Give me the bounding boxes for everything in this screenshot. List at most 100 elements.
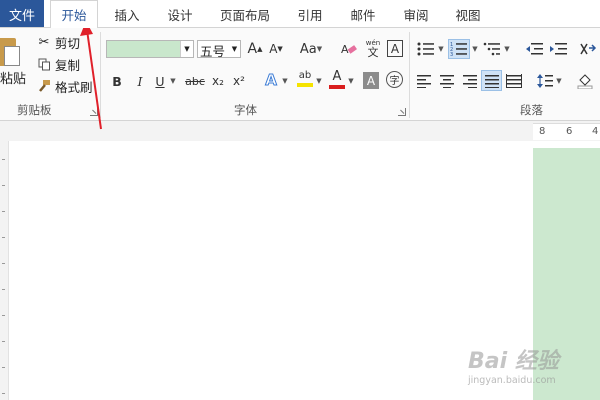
chinese-layout-icon: [580, 43, 597, 55]
multilevel-list-dropdown-icon[interactable]: ▼: [503, 40, 511, 58]
paste-label[interactable]: 粘贴: [0, 68, 26, 87]
chinese-layout-button[interactable]: [578, 40, 598, 58]
tab-home[interactable]: 开始: [50, 0, 98, 28]
document-page[interactable]: [9, 141, 533, 400]
horizontal-ruler: [0, 121, 600, 141]
increase-indent-button[interactable]: [548, 40, 568, 58]
numbering-dropdown-icon[interactable]: ▼: [471, 40, 479, 58]
enclose-characters-icon: 字: [389, 76, 400, 87]
format-painter-button[interactable]: 格式刷: [36, 77, 93, 95]
tab-insert[interactable]: 插入: [104, 0, 150, 28]
ruler-tick: [2, 367, 5, 368]
ruler-number: 8: [539, 126, 546, 137]
ruler-number: 4: [592, 126, 599, 137]
line-spacing-dropdown-icon[interactable]: ▼: [555, 72, 563, 90]
line-spacing-icon: [537, 74, 553, 88]
underline-button[interactable]: U: [153, 72, 167, 90]
align-right-icon: [463, 75, 477, 88]
font-color-dropdown-icon[interactable]: ▼: [347, 72, 355, 90]
underline-dropdown-icon[interactable]: ▼: [169, 72, 177, 90]
ruler-tick: [2, 159, 5, 160]
grow-font-button[interactable]: A ▲: [247, 40, 263, 58]
align-left-button[interactable]: [416, 72, 434, 90]
character-shading-icon: A: [366, 73, 376, 88]
align-right-button[interactable]: [460, 72, 478, 90]
bullets-button[interactable]: [416, 40, 436, 58]
ruler-tick: [2, 289, 5, 290]
italic-button[interactable]: I: [133, 72, 147, 90]
line-spacing-button[interactable]: [536, 72, 554, 90]
tab-page-layout[interactable]: 页面布局: [213, 0, 277, 28]
decrease-indent-button[interactable]: [524, 40, 544, 58]
phonetic-guide-button[interactable]: wén 文: [363, 38, 383, 60]
group-separator: [409, 32, 410, 118]
cut-label: 剪切: [55, 35, 81, 51]
scissors-icon: ✂: [38, 34, 50, 50]
font-color-icon: A: [332, 68, 342, 84]
tab-mailings[interactable]: 邮件: [340, 0, 386, 28]
paint-bucket-icon: [577, 74, 593, 89]
multilevel-list-button[interactable]: [482, 40, 502, 58]
ribbon-home: 粘贴 ✂ 剪切 复制 格式刷 剪贴板 ▼ 五号 ▼ A▲ A▼ Aa▼ A: [0, 28, 600, 121]
font-name-dropdown-icon[interactable]: ▼: [180, 41, 193, 57]
text-effects-button[interactable]: A: [262, 70, 280, 90]
highlight-icon: ab: [298, 70, 312, 81]
decrease-indent-icon: [526, 43, 543, 55]
tab-references[interactable]: 引用: [287, 0, 333, 28]
watermark-logo: Bai 经验: [468, 349, 559, 374]
ruler-tick: [2, 263, 5, 264]
highlight-dropdown-icon[interactable]: ▼: [315, 72, 323, 90]
highlight-button[interactable]: ab: [296, 68, 314, 90]
change-case-button[interactable]: Aa ▼: [296, 40, 326, 58]
shading-button[interactable]: [576, 72, 594, 90]
ruler-tick: [2, 211, 5, 212]
align-center-button[interactable]: [438, 72, 456, 90]
strikethrough-button[interactable]: abc: [184, 72, 206, 90]
copy-icon: [36, 56, 52, 72]
tab-design[interactable]: 设计: [157, 0, 203, 28]
change-case-icon: Aa: [299, 41, 317, 57]
tab-view[interactable]: 视图: [445, 0, 491, 28]
font-dialog-launcher[interactable]: [398, 108, 406, 116]
format-painter-icon: [36, 78, 52, 94]
bold-button[interactable]: B: [110, 72, 124, 90]
distributed-icon: [506, 74, 522, 88]
shrink-font-button[interactable]: A ▼: [268, 40, 284, 58]
ribbon-tab-bar: 文件 开始 插入 设计 页面布局 引用 邮件 审阅 视图: [0, 0, 600, 28]
ruler-tick: [2, 185, 5, 186]
numbering-button[interactable]: 1 2 3: [448, 39, 470, 59]
highlight-color-bar: [297, 83, 313, 87]
font-size-box[interactable]: 五号 ▼: [197, 40, 241, 59]
character-shading-button[interactable]: A: [363, 72, 379, 89]
cut-button[interactable]: ✂ 剪切: [36, 33, 80, 51]
distributed-button[interactable]: [505, 72, 523, 90]
copy-button[interactable]: 复制: [36, 55, 80, 73]
eraser-icon: A: [341, 43, 357, 56]
numbering-icon: 1 2 3: [450, 42, 467, 56]
enclose-characters-button[interactable]: 字: [386, 71, 403, 88]
tab-file[interactable]: 文件: [0, 0, 44, 28]
clear-formatting-button[interactable]: A: [340, 40, 358, 58]
bullets-dropdown-icon[interactable]: ▼: [437, 40, 445, 58]
text-effects-icon: A: [265, 71, 278, 90]
font-size-dropdown-icon[interactable]: ▼: [229, 41, 240, 57]
ruler-number: 6: [566, 126, 573, 137]
font-color-button[interactable]: A: [328, 68, 346, 90]
increase-indent-icon: [550, 43, 567, 55]
align-left-icon: [417, 75, 431, 88]
align-center-icon: [440, 75, 454, 88]
vertical-ruler: [0, 141, 9, 400]
grow-font-icon: A: [247, 41, 258, 57]
text-effects-dropdown-icon[interactable]: ▼: [281, 72, 289, 90]
ruler-tick: [2, 315, 5, 316]
subscript-button[interactable]: x₂: [210, 72, 226, 90]
paste-button[interactable]: [0, 34, 24, 68]
paste-sheet-icon: [4, 46, 20, 66]
justify-button[interactable]: [481, 70, 502, 91]
tab-review[interactable]: 审阅: [393, 0, 439, 28]
character-border-button[interactable]: A: [387, 40, 403, 57]
baidu-watermark: Bai 经验 jingyan.baidu.com: [468, 343, 598, 398]
superscript-button[interactable]: x²: [231, 72, 247, 90]
font-name-box[interactable]: ▼: [106, 40, 194, 58]
clipboard-dialog-launcher[interactable]: [90, 108, 98, 116]
